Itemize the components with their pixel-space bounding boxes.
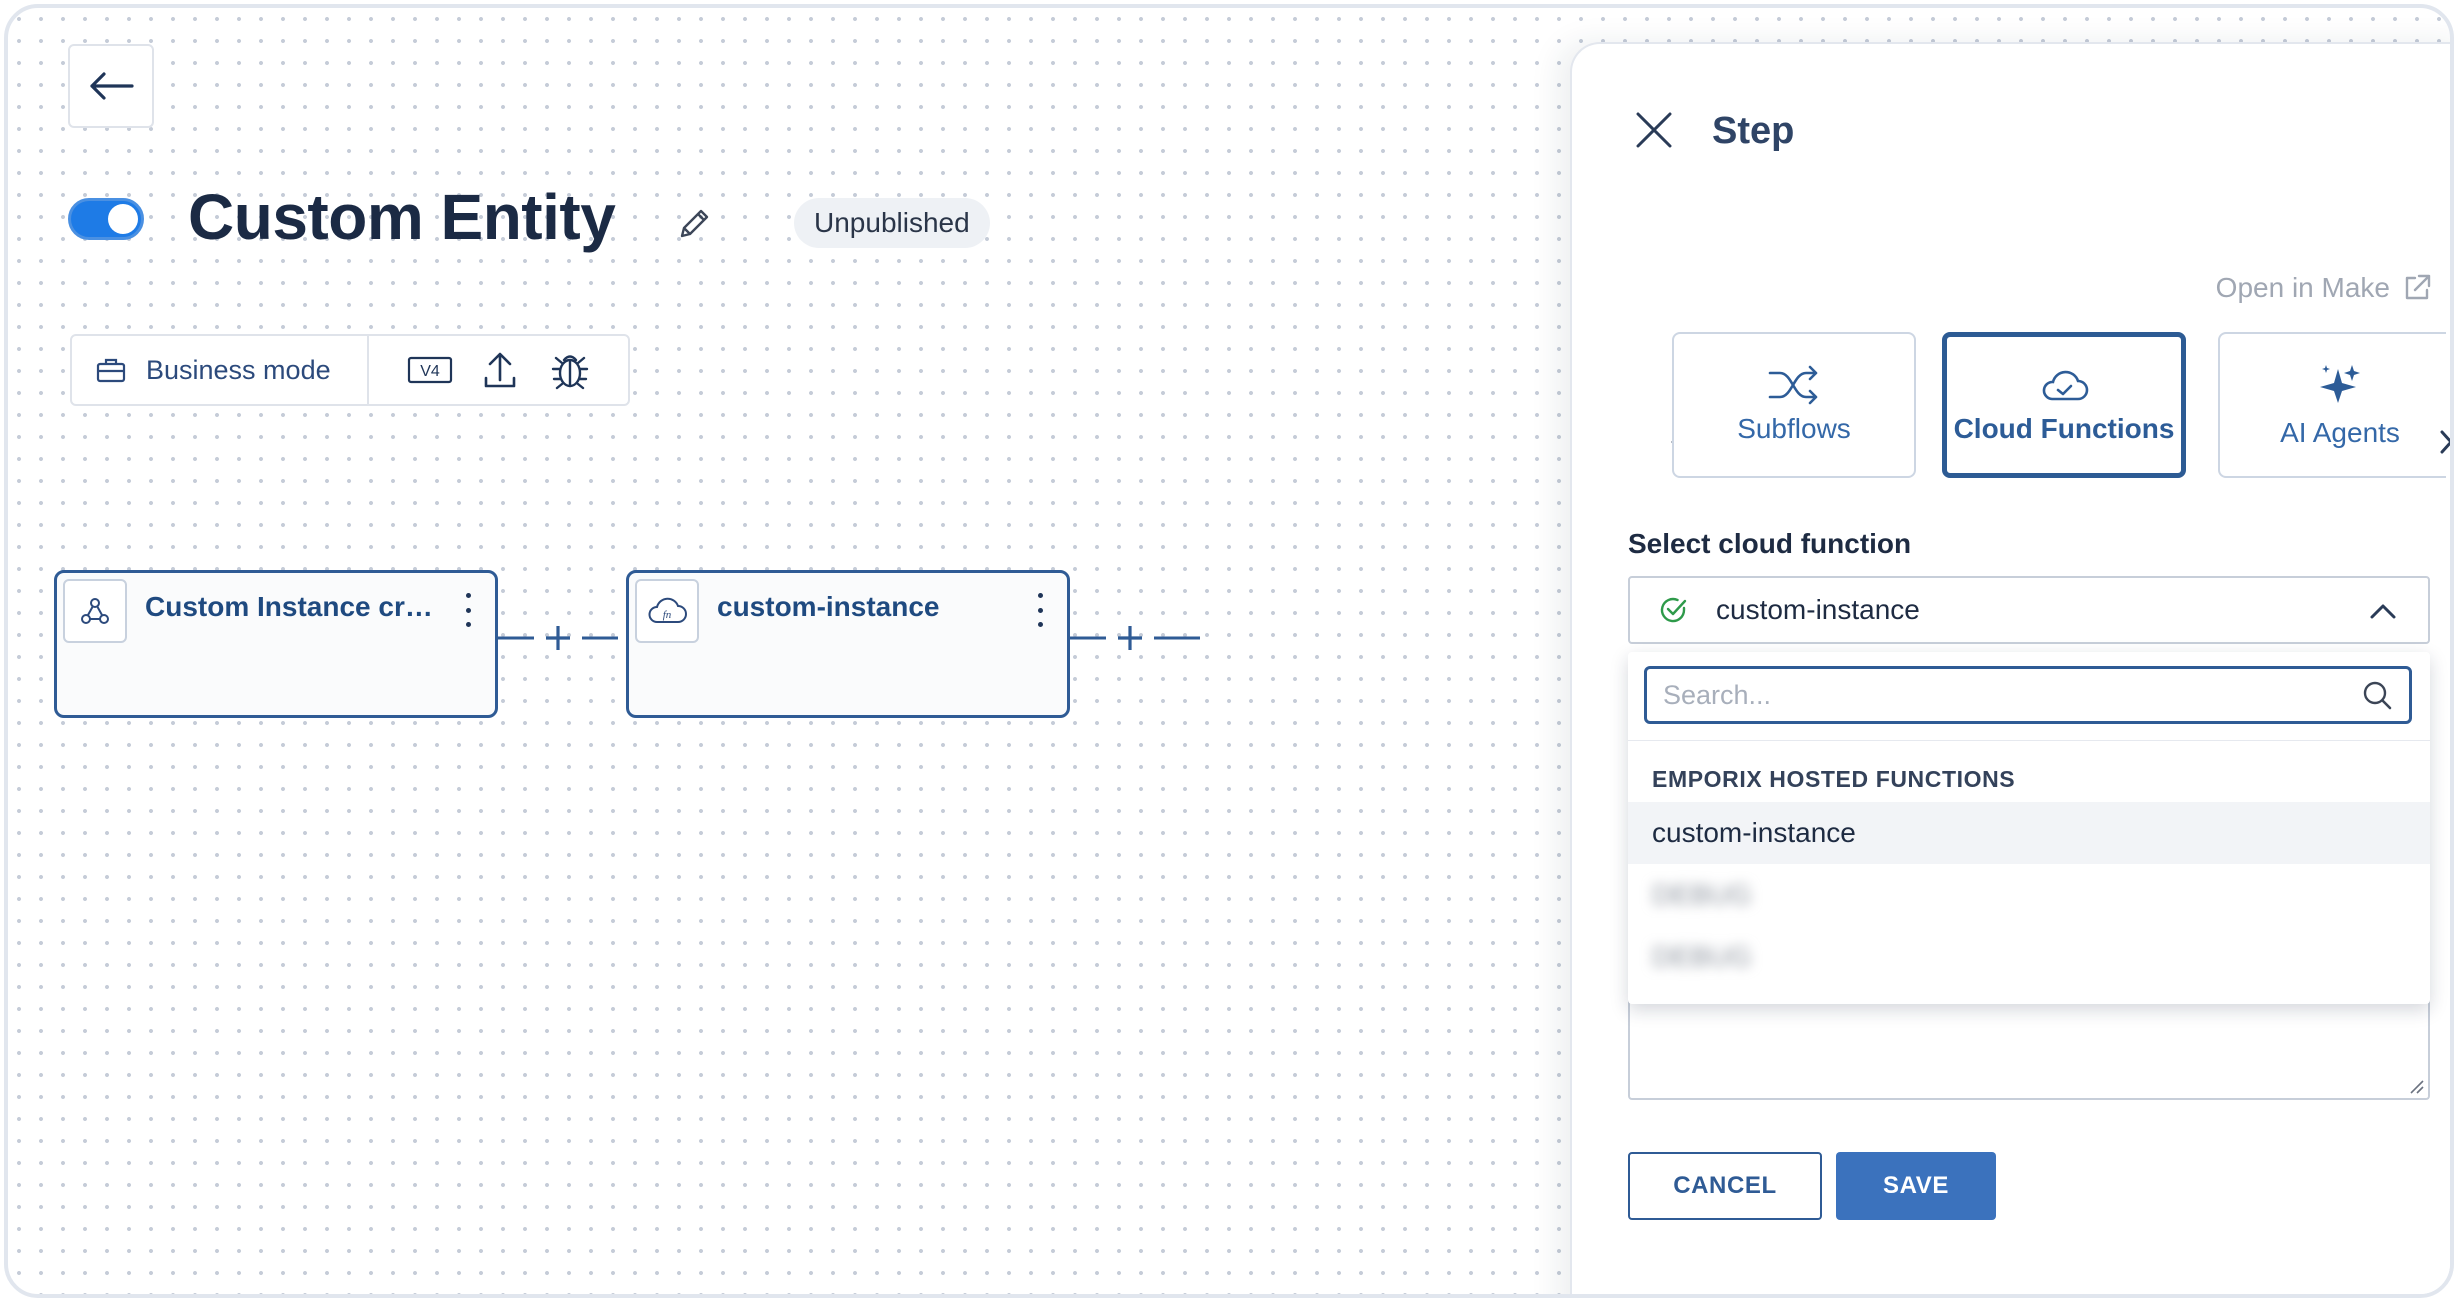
cloud-function-field-label: Select cloud function <box>1628 528 1912 559</box>
dropdown-option[interactable]: custom-instance <box>1628 802 2430 864</box>
toggle-knob <box>108 204 138 234</box>
close-icon <box>1636 112 1672 148</box>
add-step-button-1[interactable] <box>534 620 582 656</box>
webhook-icon <box>63 579 127 643</box>
node-menu-button[interactable] <box>1033 593 1047 627</box>
app-window: Custom Entity Unpublished Business mode … <box>4 4 2454 1298</box>
panel-title: Step <box>1712 110 1795 152</box>
pencil-icon <box>680 209 709 238</box>
selected-function-value: custom-instance <box>1716 594 1920 625</box>
bug-icon <box>551 355 588 390</box>
save-button[interactable]: SAVE <box>1836 1152 1996 1220</box>
node-title: custom-instance <box>717 591 940 622</box>
tab-ai-agents[interactable]: AI Agents <box>2218 332 2446 478</box>
flow-enabled-toggle[interactable] <box>68 198 144 240</box>
cloud-function-dropdown: EMPORIX HOSTED FUNCTIONS custom-instance… <box>1628 652 2430 1004</box>
cloud-function-select[interactable]: custom-instance <box>1628 576 2430 644</box>
flow-node-trigger[interactable]: Custom Instance crea... <box>54 570 498 718</box>
dropdown-divider <box>1628 740 2430 741</box>
function-type-tabs: Subflows Cloud Functions AI Agents <box>1672 330 2446 480</box>
version-badge-icon: V4 <box>407 356 452 384</box>
tab-label: AI Agents <box>2280 417 2400 448</box>
dropdown-option[interactable]: DEBUG <box>1628 926 2430 988</box>
option-label: DEBUG <box>1652 941 1752 972</box>
export-button[interactable] <box>477 347 523 393</box>
cloud-function-icon: fn <box>635 579 699 643</box>
tab-label: Cloud Functions <box>1953 413 2175 444</box>
step-panel: Step Open in Make Subflows Cloud Functio… <box>1570 42 2450 1294</box>
status-badge: Unpublished <box>794 198 990 248</box>
tab-subflows[interactable]: Subflows <box>1672 332 1916 478</box>
search-icon <box>2355 673 2399 717</box>
add-step-button-2[interactable] <box>1106 620 1154 656</box>
check-circle-icon <box>1656 593 1690 627</box>
page-title: Custom Entity <box>188 181 616 253</box>
close-panel-button[interactable] <box>1632 108 1676 152</box>
business-mode-button[interactable]: Business mode <box>72 336 369 404</box>
business-mode-label: Business mode <box>146 354 331 385</box>
open-in-make-label: Open in Make <box>2215 272 2390 303</box>
option-label: DEBUG <box>1652 879 1752 910</box>
sparkles-icon <box>2320 365 2360 403</box>
external-link-icon <box>2405 274 2431 300</box>
plus-icon <box>1118 626 1142 650</box>
flow-node-cloud-function[interactable]: fn custom-instance <box>626 570 1070 718</box>
resize-grip-icon[interactable] <box>2408 1078 2424 1094</box>
svg-text:V4: V4 <box>420 363 440 380</box>
cloud-check-icon <box>2042 370 2089 401</box>
flow-toolbar: Business mode V4 <box>70 334 630 406</box>
chevron-right-icon <box>2440 430 2450 454</box>
shuffle-icon <box>1768 365 1818 405</box>
cancel-button[interactable]: CANCEL <box>1628 1152 1822 1220</box>
briefcase-icon <box>96 358 126 383</box>
back-button[interactable] <box>68 44 154 128</box>
node-menu-button[interactable] <box>461 593 475 627</box>
tab-label: Subflows <box>1737 413 1851 444</box>
open-in-make-link[interactable]: Open in Make <box>2216 272 2432 304</box>
svg-text:fn: fn <box>663 609 672 621</box>
chevron-up-icon <box>2366 594 2400 628</box>
function-search-input[interactable] <box>1647 669 2355 721</box>
upload-icon <box>484 352 515 388</box>
function-search-box <box>1644 666 2412 724</box>
tab-cloud-functions[interactable]: Cloud Functions <box>1942 332 2186 478</box>
dropdown-option[interactable]: DEBUG <box>1628 864 2430 926</box>
tabs-next-button[interactable] <box>2432 422 2450 462</box>
node-title: Custom Instance crea... <box>145 591 435 622</box>
version-button[interactable]: V4 <box>407 347 453 393</box>
plus-icon <box>546 626 570 650</box>
dropdown-group-label: EMPORIX HOSTED FUNCTIONS <box>1652 766 2016 792</box>
debug-button[interactable] <box>547 347 593 393</box>
arrow-left-icon <box>90 72 134 100</box>
edit-title-button[interactable] <box>672 202 716 246</box>
option-label: custom-instance <box>1652 817 1856 848</box>
